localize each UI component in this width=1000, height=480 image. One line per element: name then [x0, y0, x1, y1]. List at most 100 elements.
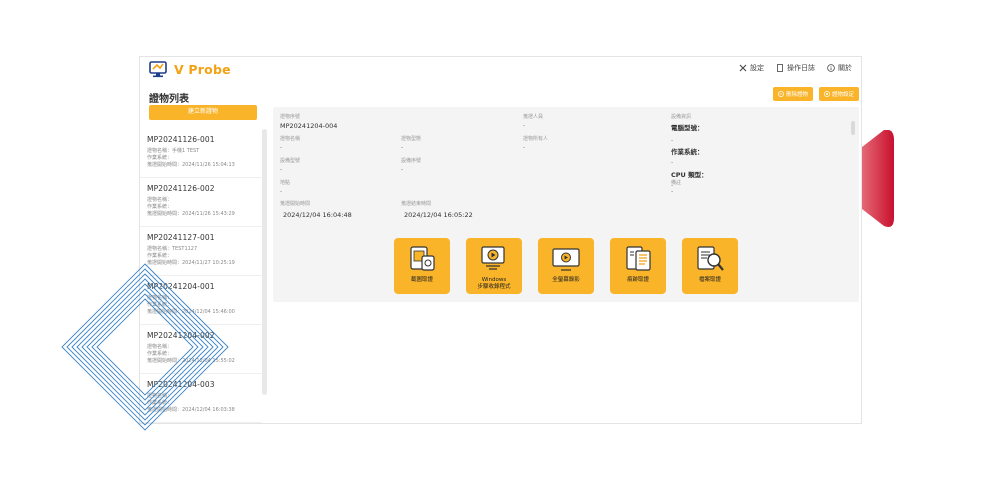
evidence-sidebar: 證物列表 建立新證物 MP20241126-001 證物名稱：手機1 TEST …: [140, 83, 267, 423]
evidence-list-item[interactable]: MP20241126-002 證物名稱： 作業系統： 蒐證開始時間：2024/1…: [140, 178, 262, 227]
pc-model-label: 電腦型號：: [671, 124, 704, 132]
field-label: 蒐證人員: [523, 114, 544, 120]
oplog-label: 操作日誌: [787, 64, 815, 72]
field-type: 證物型態 -: [401, 135, 421, 151]
delete-evidence-button[interactable]: 刪除證物: [772, 87, 813, 101]
monitor-logo-icon: [149, 61, 167, 78]
screenshot-icon: [410, 246, 435, 271]
pc-model-value: -: [671, 137, 674, 144]
tool-label: 檔案取證: [698, 277, 721, 283]
field-value: MP20241204-004: [280, 122, 338, 130]
field-label: 備註: [671, 180, 682, 186]
evidence-settings-label: 證物設定: [831, 92, 854, 98]
about-link[interactable]: 關於: [827, 63, 852, 73]
field-label: 蒐證結束時間: [401, 201, 432, 207]
field-value: -: [401, 144, 404, 151]
field-label: 設備序號: [401, 158, 422, 164]
circle-minus-icon: [778, 91, 784, 97]
evidence-settings-button[interactable]: 證物設定: [818, 87, 859, 101]
tool-file-search[interactable]: 檔案取證: [682, 238, 738, 294]
evidence-os: 作業系統：: [147, 155, 173, 161]
field-name: 證物名稱 -: [280, 135, 300, 151]
field-value: -: [280, 166, 283, 173]
tool-label: 截圖取證: [410, 277, 433, 283]
evidence-id: MP20241127-001: [147, 233, 215, 242]
evidence-time: 蒐證開始時間：2024/11/26 15:43:29: [147, 211, 235, 217]
field-note: 備註 -: [671, 179, 681, 195]
step-recorder-icon: [481, 246, 505, 270]
field-value: 2024/12/04 16:04:48: [283, 211, 352, 219]
app-window: V Probe 設定 操作日誌 關於 證物列表 建立新證物 MP20241126…: [139, 56, 862, 424]
delete-evidence-label: 刪除證物: [785, 92, 808, 98]
evidence-list: MP20241126-001 證物名稱：手機1 TEST 作業系統： 蒐證開始時…: [140, 129, 262, 423]
evidence-list-item[interactable]: MP20241127-001 證物名稱：TEST1127 作業系統： 蒐證開始時…: [140, 227, 262, 276]
evidence-time: 蒐證開始時間：2024/12/04 15:55:02: [147, 358, 235, 364]
os-value: -: [671, 159, 674, 166]
field-device-info: 設備資訊 電腦型號： - 作業系統： - CPU 類型： -: [671, 113, 708, 189]
field-device-serial: 設備序號 -: [401, 157, 421, 173]
app-name: V Probe: [174, 62, 231, 77]
field-location: 地點 -: [280, 179, 290, 195]
field-owner: 證物所有人 -: [523, 135, 548, 151]
tool-screenshot[interactable]: 截圖取證: [394, 238, 450, 294]
evidence-list-item[interactable]: MP20241204-002 證物名稱： 作業系統： 蒐證開始時間：2024/1…: [140, 325, 262, 374]
evidence-os: 作業系統：: [147, 253, 173, 259]
document-icon: [777, 64, 783, 72]
field-start-time: 蒐證開始時間 2024/12/04 16:04:48: [280, 200, 352, 219]
cpu-label: CPU 類型：: [671, 171, 708, 179]
stage: V Probe 設定 操作日誌 關於 證物列表 建立新證物 MP20241126…: [0, 0, 1000, 480]
field-label: 設備資訊: [671, 114, 692, 120]
field-label: 證物名稱: [280, 136, 301, 142]
evidence-time: 蒐證開始時間：2024/11/26 15:04:13: [147, 162, 235, 168]
tool-panel: 截圖取證 Windows 步驟收錄程式 全螢幕錄影 痕跡取證 檔案取證: [273, 230, 859, 302]
field-label: 地點: [280, 180, 291, 186]
evidence-time: 蒐證開始時間：2024/12/04 15:46:00: [147, 309, 235, 315]
tool-label: 痕跡取證: [626, 277, 649, 283]
about-label: 關於: [838, 64, 852, 72]
field-value: -: [523, 144, 526, 151]
tool-step-recorder[interactable]: Windows 步驟收錄程式: [466, 238, 522, 294]
evidence-os: 作業系統：: [147, 351, 173, 357]
field-serial: 證物序號 MP20241204-004: [280, 113, 337, 130]
evidence-list-item[interactable]: MP20241204-001 證物名稱： 作業系統： 蒐證開始時間：2024/1…: [140, 276, 262, 325]
tools-icon: [739, 64, 747, 72]
field-value: -: [671, 188, 674, 195]
os-label: 作業系統：: [671, 148, 704, 156]
field-label: 證物所有人: [523, 136, 549, 142]
sidebar-scrollbar[interactable]: [262, 129, 267, 395]
field-value: -: [523, 122, 526, 129]
evidence-time: 蒐證開始時間：2024/12/04 16:03:38: [147, 407, 235, 413]
evidence-list-item[interactable]: MP20241204-003 證物名稱： 作業系統： 蒐證開始時間：2024/1…: [140, 374, 262, 423]
evidence-os: 作業系統：: [147, 302, 173, 308]
tool-screen-record[interactable]: 全螢幕錄影: [538, 238, 594, 294]
screen-record-icon: [552, 248, 580, 271]
oplog-link[interactable]: 操作日誌: [776, 63, 815, 73]
info-icon: [827, 64, 835, 72]
field-label: 設備型號: [280, 158, 301, 164]
add-evidence-button[interactable]: 建立新證物: [149, 105, 257, 120]
topbar-menu: 設定 操作日誌 關於: [739, 63, 852, 73]
evidence-id: MP20241204-002: [147, 331, 215, 340]
evidence-name: 證物名稱：: [147, 344, 173, 350]
evidence-id: MP20241204-003: [147, 380, 215, 389]
settings-label: 設定: [750, 64, 764, 72]
settings-link[interactable]: 設定: [739, 63, 764, 73]
field-label: 證物序號: [280, 114, 301, 120]
tool-label: Windows 步驟收錄程式: [477, 277, 511, 290]
evidence-name: 證物名稱：: [147, 393, 173, 399]
evidence-os: 作業系統：: [147, 204, 173, 210]
tool-trace[interactable]: 痕跡取證: [610, 238, 666, 294]
gear-icon: [824, 91, 830, 97]
trace-icon: [626, 246, 651, 271]
evidence-list-item[interactable]: MP20241126-001 證物名稱：手機1 TEST 作業系統： 蒐證開始時…: [140, 129, 262, 178]
field-model: 設備型號 -: [280, 157, 300, 173]
field-value: 2024/12/04 16:05:22: [404, 211, 473, 219]
field-label: 證物型態: [401, 136, 422, 142]
info-scrollbar[interactable]: [851, 121, 855, 135]
evidence-name: 證物名稱：手機1 TEST: [147, 148, 200, 154]
evidence-name: 證物名稱：: [147, 295, 173, 301]
field-value: -: [280, 144, 283, 151]
field-end-time: 蒐證結束時間 2024/12/04 16:05:22: [401, 200, 473, 219]
field-collector: 蒐證人員 -: [523, 113, 543, 129]
titlebar: V Probe 設定 操作日誌 關於: [140, 57, 861, 83]
